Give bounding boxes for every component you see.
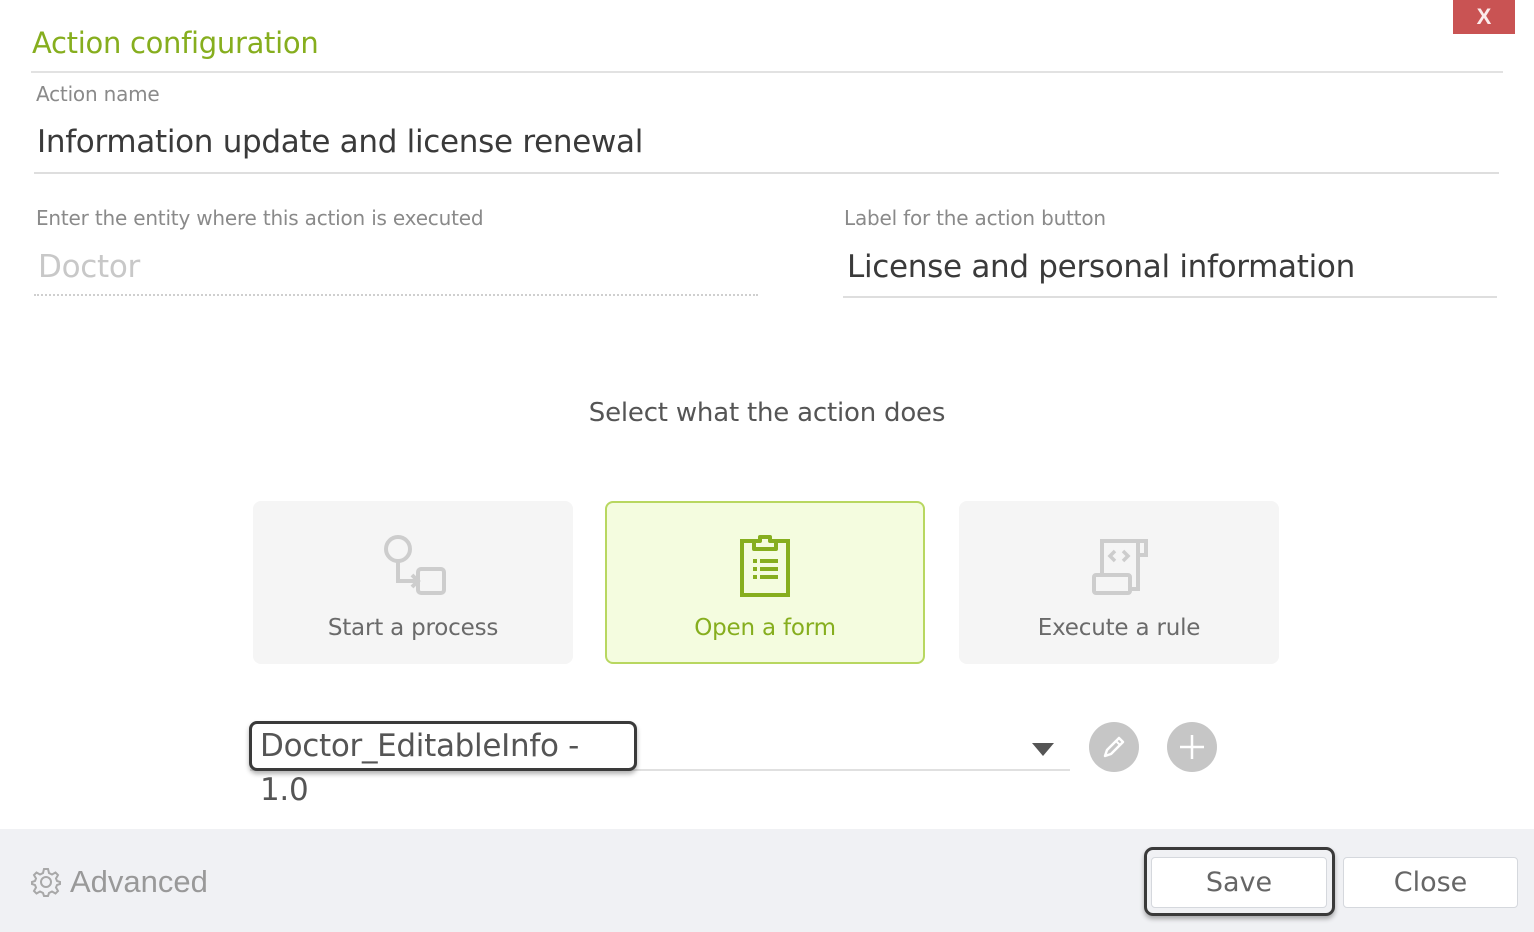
- entity-underline: [34, 294, 758, 296]
- gear-icon: [31, 868, 61, 897]
- option-label: Start a process: [327, 615, 499, 641]
- form-select-input[interactable]: Doctor_EditableInfo - 1.0: [249, 721, 637, 808]
- button-label-label: Label for the action button: [844, 206, 1106, 230]
- advanced-button[interactable]: Advanced: [30, 864, 208, 900]
- edit-form-button[interactable]: [1089, 722, 1139, 772]
- button-label-input[interactable]: License and personal information: [847, 249, 1355, 285]
- script-rule-icon: [959, 531, 1279, 601]
- button-label-underline: [843, 296, 1497, 298]
- add-form-button[interactable]: [1167, 722, 1217, 772]
- chevron-down-icon[interactable]: [1032, 743, 1054, 756]
- plus-icon: [1180, 735, 1204, 759]
- option-execute-rule[interactable]: Execute a rule: [959, 501, 1279, 664]
- entity-input: Doctor: [38, 249, 140, 285]
- action-name-input[interactable]: Information update and license renewal: [37, 124, 643, 160]
- option-open-form[interactable]: Open a form: [605, 501, 925, 664]
- title-divider: [31, 71, 1503, 73]
- option-label: Execute a rule: [1037, 615, 1201, 641]
- pencil-icon: [1103, 736, 1125, 758]
- dialog-title: Action configuration: [32, 26, 319, 60]
- option-start-process[interactable]: Start a process: [253, 501, 573, 664]
- close-dialog-button[interactable]: X: [1453, 0, 1515, 34]
- advanced-label: Advanced: [70, 864, 208, 899]
- close-button[interactable]: Close: [1343, 857, 1518, 908]
- action-name-underline: [34, 172, 1499, 174]
- entity-label: Enter the entity where this action is ex…: [36, 206, 484, 230]
- action-type-prompt: Select what the action does: [588, 398, 946, 428]
- action-name-label: Action name: [36, 82, 160, 106]
- option-label: Open a form: [694, 615, 836, 641]
- process-flow-icon: [253, 531, 573, 601]
- clipboard-form-icon: [607, 533, 923, 603]
- save-button[interactable]: Save: [1151, 857, 1327, 908]
